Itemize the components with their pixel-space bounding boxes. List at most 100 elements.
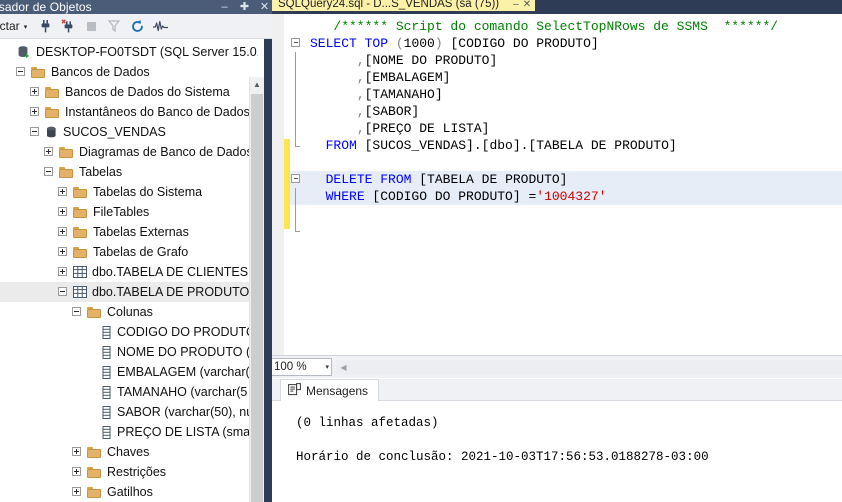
connect-icon[interactable] [34, 15, 56, 37]
code-line[interactable]: ,[SABOR] [290, 103, 842, 120]
code-line[interactable]: /****** Script do comando SelectTopNRows… [290, 18, 842, 35]
close-icon[interactable]: ✕ [523, 0, 531, 10]
expand-icon[interactable] [30, 106, 41, 118]
refresh-icon[interactable] [126, 15, 148, 37]
folder-icon [73, 226, 88, 238]
expand-icon[interactable] [58, 206, 69, 218]
auto-hide-pin-icon[interactable]: ✚ [239, 2, 250, 13]
tree-node[interactable]: dbo.TABELA DE PRODUTO [0, 282, 258, 302]
code-line[interactable]: WHERE [CODIGO DO PRODUTO] ='1004327' [290, 188, 842, 205]
folder-icon [59, 166, 74, 178]
results-tab-label: Mensagens [306, 383, 369, 398]
expand-icon[interactable] [30, 86, 41, 98]
column-icon [101, 425, 112, 439]
activity-monitor-icon[interactable] [149, 15, 171, 37]
tree-node[interactable]: SABOR (varchar(50), nu [0, 402, 258, 422]
code-line[interactable]: ,[NOME DO PRODUTO] [290, 52, 842, 69]
scrollbar-thumb[interactable] [251, 94, 263, 502]
message-line: Horário de conclusão: 2021-10-03T17:56:5… [296, 450, 709, 464]
code-line[interactable]: ,[PREÇO DE LISTA] [290, 120, 842, 137]
column-icon [101, 365, 112, 379]
folder-icon [73, 246, 88, 258]
tree-node[interactable]: Diagramas de Banco de Dados [0, 142, 258, 162]
collapse-region-icon[interactable] [291, 174, 300, 183]
minimize-icon[interactable]: – [219, 2, 230, 13]
tree-node[interactable]: TAMANAHO (varchar(5 [0, 382, 258, 402]
tree-node[interactable]: FileTables [0, 202, 258, 222]
code-line[interactable]: SELECT TOP (1000) [CODIGO DO PRODUTO] [290, 35, 842, 52]
tree-node[interactable]: NOME DO PRODUTO (v [0, 342, 258, 362]
code-token: [PREÇO DE LISTA] [364, 121, 490, 136]
document-tabstrip: SQLQuery24.sql - D...S_VENDAS (sa (75)) … [272, 0, 842, 14]
tree-node[interactable]: dbo.TABELA DE CLIENTES [0, 262, 258, 282]
outline-guide [295, 222, 296, 231]
object-explorer-tree-container: DESKTOP-FO0TSDT (SQL Server 15.0.2080.9 … [0, 39, 272, 502]
expand-icon[interactable] [72, 466, 83, 478]
expand-icon[interactable] [58, 246, 69, 258]
tree-node[interactable]: Bancos de Dados do Sistema [0, 82, 258, 102]
editor-horizontal-scrollbar[interactable]: ◀ [336, 359, 842, 375]
code-line[interactable]: ,[EMBALAGEM] [290, 69, 842, 86]
code-line[interactable]: FROM [SUCOS_VENDAS].[dbo].[TABELA DE PRO… [290, 137, 842, 154]
chevron-down-icon: ▾ [325, 364, 329, 371]
tree-node[interactable]: Restrições [0, 462, 258, 482]
sql-code-text[interactable]: /****** Script do comando SelectTopNRows… [290, 18, 842, 239]
tree-node[interactable]: Colunas [0, 302, 258, 322]
code-token: [TABELA DE PRODUTO] [411, 172, 568, 187]
tree-node[interactable]: Gatilhos [0, 482, 258, 502]
tree-node[interactable]: SUCOS_VENDAS [0, 122, 258, 142]
object-explorer-tree[interactable]: DESKTOP-FO0TSDT (SQL Server 15.0.2080.9 … [0, 39, 258, 502]
object-explorer-vertical-scrollbar[interactable]: ▲ [249, 77, 264, 502]
panel-splitter[interactable] [264, 39, 272, 502]
connect-dropdown-button[interactable]: ectar ▾ [0, 19, 29, 33]
table-icon [73, 266, 87, 278]
code-line[interactable]: DELETE FROM [TABELA DE PRODUTO] [290, 171, 842, 188]
code-line[interactable] [290, 205, 842, 222]
tree-node[interactable]: Bancos de Dados [0, 62, 258, 82]
collapse-icon[interactable] [72, 306, 83, 318]
tree-node[interactable]: Tabelas de Grafo [0, 242, 258, 262]
collapse-region-icon[interactable] [291, 38, 300, 47]
tree-node[interactable]: EMBALAGEM (varchar(5 [0, 362, 258, 382]
folder-icon [87, 306, 102, 318]
code-line[interactable]: ,[TAMANAHO] [290, 86, 842, 103]
folder-icon [87, 466, 102, 478]
tree-node[interactable]: Tabelas [0, 162, 258, 182]
tree-node[interactable]: Instantâneos do Banco de Dados [0, 102, 258, 122]
collapse-icon[interactable] [44, 166, 55, 178]
code-line[interactable] [290, 222, 842, 239]
expand-icon[interactable] [72, 446, 83, 458]
expand-icon[interactable] [44, 146, 55, 158]
tree-node[interactable]: Tabelas do Sistema [0, 182, 258, 202]
close-icon[interactable]: ✕ [259, 2, 270, 13]
code-token: , [356, 70, 365, 85]
tab-mensagens[interactable]: Mensagens [280, 379, 380, 401]
collapse-icon[interactable] [58, 286, 69, 298]
expand-icon[interactable] [58, 266, 69, 278]
expand-icon[interactable] [58, 186, 69, 198]
sql-editor[interactable]: /****** Script do comando SelectTopNRows… [272, 14, 842, 355]
collapse-icon[interactable] [30, 126, 41, 138]
tree-node[interactable]: PREÇO DE LISTA (smallr [0, 422, 258, 442]
expand-icon[interactable] [72, 486, 83, 498]
tree-node[interactable]: DESKTOP-FO0TSDT (SQL Server 15.0.2080.9 … [0, 42, 258, 62]
expand-icon[interactable] [58, 226, 69, 238]
zoom-level-select[interactable]: 100 % ▾ [272, 358, 332, 376]
code-token: [EMBALAGEM] [364, 70, 451, 85]
scroll-up-icon[interactable]: ▲ [250, 77, 264, 92]
database-icon [45, 126, 58, 139]
scroll-left-icon[interactable]: ◀ [336, 363, 351, 372]
editor-indicator-margin [272, 14, 284, 355]
disconnect-icon[interactable] [57, 15, 79, 37]
tree-node[interactable]: CODIGO DO PRODUTO [0, 322, 258, 342]
tree-node[interactable]: Chaves [0, 442, 258, 462]
code-line[interactable] [290, 154, 842, 171]
folder-icon [73, 206, 88, 218]
outline-guide [295, 69, 296, 86]
tree-node[interactable]: Tabelas Externas [0, 222, 258, 242]
tab-sqlquery24[interactable]: SQLQuery24.sql - D...S_VENDAS (sa (75)) … [272, 0, 536, 11]
outline-guide-end [295, 146, 300, 147]
pin-icon[interactable]: – [513, 0, 519, 10]
tree-node-label: Tabelas Externas [93, 225, 189, 239]
collapse-icon[interactable] [16, 66, 27, 78]
